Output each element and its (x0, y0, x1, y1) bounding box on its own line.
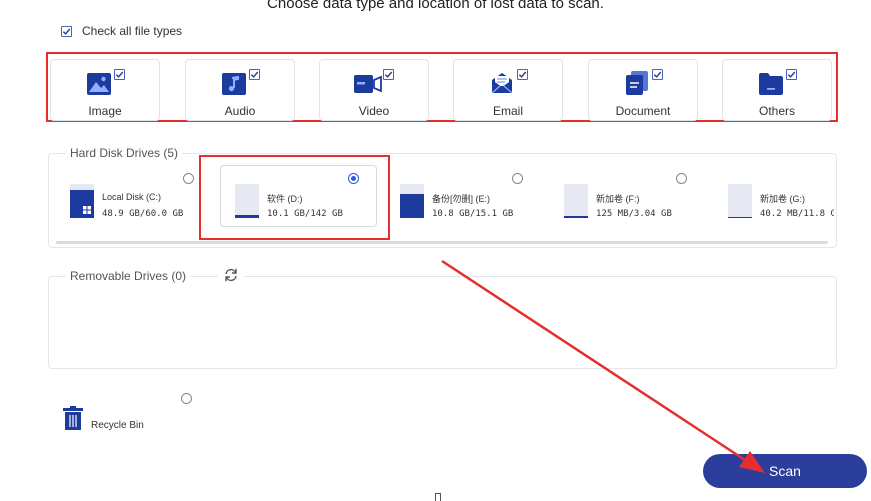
checkmark-icon (787, 71, 796, 78)
page-heading: Choose data type and location of lost da… (267, 0, 604, 12)
file-type-email[interactable]: Email (453, 59, 563, 121)
file-type-audio[interactable]: Audio (185, 59, 295, 121)
checkmark-icon (384, 71, 393, 78)
file-type-video[interactable]: Video (319, 59, 429, 121)
recycle-bin-label: Recycle Bin (91, 420, 144, 431)
video-checkbox[interactable] (383, 69, 394, 80)
recycle-bin-radio[interactable] (181, 393, 192, 404)
drive-name: Local Disk (C:) (102, 192, 162, 202)
cursor-icon (435, 493, 441, 501)
scan-button[interactable]: Scan (703, 454, 867, 488)
drive-icon (728, 184, 752, 218)
drive-c[interactable]: Local Disk (C:) 48.9 GB/60.0 GB (70, 170, 196, 230)
drive-f-radio[interactable] (676, 173, 687, 184)
file-types-group: Image Audio Video Email Document Others (46, 52, 838, 122)
removable-drives-title: Removable Drives (0) (66, 269, 191, 283)
file-type-label: Others (758, 104, 795, 118)
image-icon (87, 73, 111, 95)
drive-e[interactable]: 备份[勿删] (E:) 10.8 GB/15.1 GB (400, 170, 526, 230)
drive-size: 10.8 GB/15.1 GB (432, 209, 514, 219)
refresh-button[interactable] (218, 266, 244, 284)
highlight-selected-drive (199, 155, 390, 240)
email-icon (491, 73, 513, 94)
file-type-label: Video (358, 104, 390, 118)
check-all-label: Check all file types (82, 24, 183, 38)
refresh-icon (225, 268, 237, 282)
checkmark-icon (250, 71, 259, 78)
drive-size: 48.9 GB/60.0 GB (102, 209, 184, 219)
drive-icon (564, 184, 588, 218)
music-note-icon (222, 73, 246, 95)
file-type-label: Image (88, 104, 122, 118)
file-type-document[interactable]: Document (588, 59, 698, 121)
document-checkbox[interactable] (652, 69, 663, 80)
email-checkbox[interactable] (517, 69, 528, 80)
image-checkbox[interactable] (114, 69, 125, 80)
drive-c-radio[interactable] (183, 173, 194, 184)
hard-disk-drives-title: Hard Disk Drives (5) (66, 146, 183, 160)
file-type-image[interactable]: Image (50, 59, 160, 121)
scan-button-label: Scan (769, 463, 801, 479)
drive-name: 新加卷 (F:) (596, 194, 640, 204)
drive-size: 40.2 MB/11.8 GE (760, 209, 834, 219)
drive-g-clip: 新加卷 (G:) 40.2 MB/11.8 GE (720, 165, 834, 235)
check-all-file-types[interactable]: Check all file types (61, 24, 182, 38)
video-camera-icon (354, 75, 382, 93)
checkmark-icon (115, 71, 124, 78)
file-type-label: Email (492, 104, 523, 118)
checkmark-icon (653, 71, 662, 78)
folder-icon (759, 73, 783, 95)
trash-icon (63, 406, 83, 430)
drive-name: 备份[勿删] (E:) (432, 194, 490, 204)
document-icon (626, 71, 648, 95)
drive-icon (400, 184, 424, 218)
drive-name: 新加卷 (G:) (760, 194, 805, 204)
checkmark-icon (62, 28, 71, 35)
others-checkbox[interactable] (786, 69, 797, 80)
recycle-bin-option[interactable]: Recycle Bin (63, 406, 153, 436)
checkmark-icon (518, 71, 527, 78)
drives-scrollbar[interactable] (56, 241, 828, 244)
file-type-label: Document (615, 104, 671, 118)
windows-drive-icon (70, 184, 94, 218)
file-type-label: Audio (224, 104, 256, 118)
file-type-others[interactable]: Others (722, 59, 832, 121)
drive-g[interactable]: 新加卷 (G:) 40.2 MB/11.8 GE (728, 170, 834, 230)
check-all-checkbox[interactable] (61, 25, 72, 37)
drive-size: 125 MB/3.04 GB (596, 209, 672, 219)
drive-f[interactable]: 新加卷 (F:) 125 MB/3.04 GB (564, 170, 690, 230)
audio-checkbox[interactable] (249, 69, 260, 80)
removable-drives-panel (48, 276, 837, 369)
drive-e-radio[interactable] (512, 173, 523, 184)
